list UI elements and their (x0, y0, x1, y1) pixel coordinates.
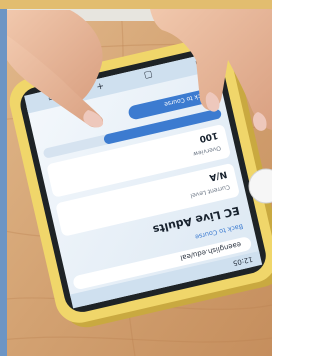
left-edge (0, 9, 7, 356)
header-strip (0, 0, 272, 9)
photo-scene: 12:05 eaenglish.edu/eal Back to Course E… (0, 0, 272, 356)
photo-canvas: 12:05 eaenglish.edu/eal Back to Course E… (0, 0, 272, 356)
